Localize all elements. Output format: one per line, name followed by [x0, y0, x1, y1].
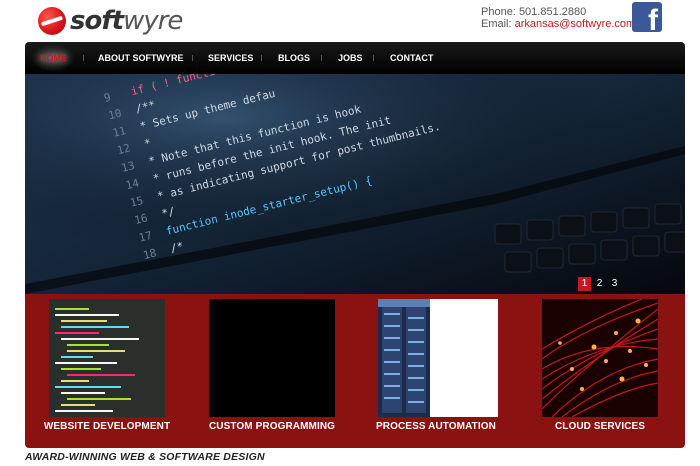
nav-item-home[interactable]: HOME [40, 42, 67, 74]
softwyre-logo[interactable]: softwyre [38, 6, 183, 36]
black-image [209, 299, 335, 417]
nav-item-services[interactable]: SERVICES [208, 42, 253, 74]
hero-code-image: 9 if ( ! functi10/**11 * Sets up theme de… [25, 74, 685, 294]
server-rack-image [378, 299, 498, 417]
service-process-automation-image[interactable] [378, 299, 498, 417]
nav-divider [83, 55, 84, 61]
nav-item-jobs[interactable]: JOBS [338, 42, 363, 74]
logo-wordmark: softwyre [70, 6, 183, 36]
nav-item-contact[interactable]: CONTACT [390, 42, 433, 74]
nav-divider [321, 55, 322, 61]
facebook-glyph: f [648, 4, 658, 33]
service-label-website-development[interactable]: WEBSITE DEVELOPMENT [32, 421, 182, 432]
service-label-custom-programming[interactable]: CUSTOM PROGRAMMING [197, 421, 347, 432]
slide-dot-3[interactable]: 3 [608, 277, 621, 291]
nav-divider [373, 55, 374, 61]
nav-item-about[interactable]: ABOUT SOFTWYRE [98, 42, 184, 74]
slide-dot-2[interactable]: 2 [593, 277, 606, 291]
contact-info: Phone: 501.851.2880 Email: arkansas@soft… [481, 6, 635, 30]
facebook-icon[interactable]: f [632, 2, 662, 32]
nav-divider [261, 55, 262, 61]
phone-line: Phone: 501.851.2880 [481, 6, 635, 18]
service-website-development-image[interactable] [49, 299, 165, 417]
site-header: softwyre Phone: 501.851.2880 Email: arka… [0, 0, 700, 42]
email-line: Email: arkansas@softwyre.com [481, 18, 635, 30]
nav-divider [192, 55, 193, 61]
hero-slider[interactable]: 9 if ( ! functi 10/** 11 * Sets up theme de… [25, 74, 685, 294]
fiber-optic-image [542, 299, 658, 417]
service-cloud-services-image[interactable] [542, 299, 658, 417]
tagline: AWARD-WINNING WEB & SOFTWARE DESIGN [25, 451, 265, 463]
nav-item-blogs[interactable]: BLOGS [278, 42, 310, 74]
code-screen-image [49, 299, 165, 417]
email-link[interactable]: arkansas@softwyre.com [515, 18, 636, 30]
phone-label: Phone: [481, 6, 516, 18]
main-nav: HOME ABOUT SOFTWYRE SERVICES BLOGS JOBS … [25, 42, 685, 74]
slider-pagination: 1 2 3 [578, 277, 621, 291]
slide-dot-1[interactable]: 1 [578, 277, 591, 291]
phone-number: 501.851.2880 [518, 6, 587, 18]
service-label-cloud-services[interactable]: CLOUD SERVICES [525, 421, 675, 432]
service-label-process-automation[interactable]: PROCESS AUTOMATION [361, 421, 511, 432]
email-label: Email: [481, 18, 512, 30]
service-custom-programming-image[interactable] [209, 299, 335, 417]
logo-mark-icon [38, 7, 66, 35]
services-band: WEBSITE DEVELOPMENT CUSTOM PROGRAMMING P… [25, 294, 685, 448]
